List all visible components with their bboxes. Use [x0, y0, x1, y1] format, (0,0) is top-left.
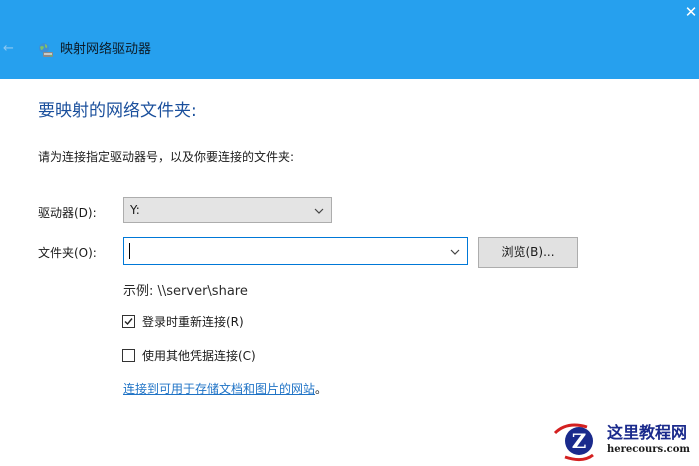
watermark-url: herecours.com: [607, 444, 691, 455]
title-bar: [0, 0, 699, 79]
watermark-name: 这里教程网: [607, 423, 688, 442]
checkmark-icon: [124, 318, 133, 326]
z-logo-icon: Z: [553, 423, 594, 462]
watermark-logo: Z 这里教程网 herecours.com: [553, 421, 699, 462]
back-arrow-icon[interactable]: ←: [3, 42, 17, 56]
chevron-down-icon[interactable]: [450, 249, 460, 255]
text-caret: [129, 243, 130, 259]
instruction-text: 请为连接指定驱动器号，以及你要连接的文件夹:: [38, 150, 295, 164]
link-suffix: 。: [315, 382, 328, 396]
other-credentials-checkbox[interactable]: [122, 349, 135, 362]
svg-text:Z: Z: [572, 429, 587, 453]
reconnect-checkbox[interactable]: [122, 315, 135, 328]
reconnect-label: 登录时重新连接(R): [142, 315, 244, 329]
chevron-down-icon: [314, 208, 324, 214]
storage-website-link[interactable]: 连接到可用于存储文档和图片的网站: [123, 382, 315, 396]
window-title: 映射网络驱动器: [60, 42, 152, 57]
page-heading: 要映射的网络文件夹:: [38, 101, 197, 121]
close-icon[interactable]: ✕: [683, 4, 699, 20]
network-drive-icon: [37, 42, 54, 58]
folder-path-input[interactable]: [123, 237, 468, 265]
drive-letter-select[interactable]: Y:: [123, 197, 332, 223]
storage-website-link-row: 连接到可用于存储文档和图片的网站。: [123, 381, 327, 397]
example-text: 示例: \\server\share: [123, 284, 248, 299]
drive-selected-value: Y:: [130, 203, 140, 217]
folder-label: 文件夹(O):: [38, 246, 97, 260]
browse-button[interactable]: 浏览(B)...: [478, 237, 578, 268]
drive-label: 驱动器(D):: [38, 206, 97, 220]
other-credentials-label: 使用其他凭据连接(C): [142, 349, 256, 363]
